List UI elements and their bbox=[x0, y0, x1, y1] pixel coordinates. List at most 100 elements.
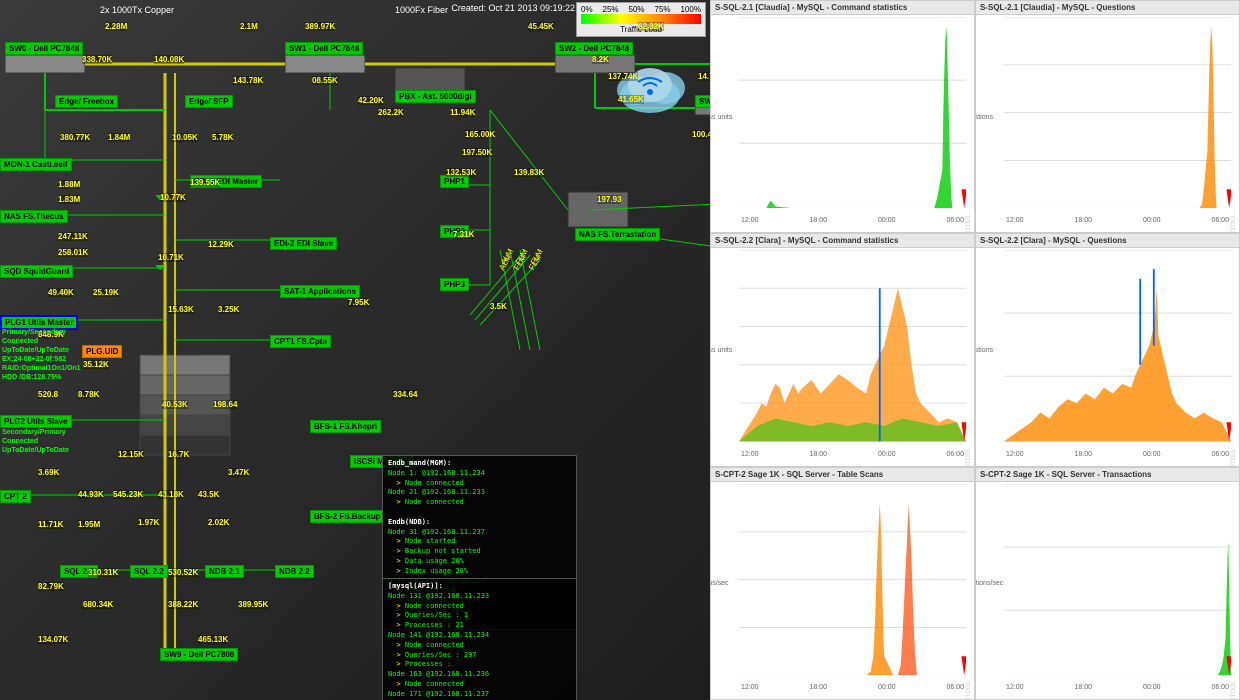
graph5-watermark: RRDTOOL bbox=[966, 681, 972, 700]
traffic-10.05K: 10.05K bbox=[172, 133, 198, 142]
traffic-132.53K: 132.53K bbox=[446, 168, 476, 177]
graph-sql22-questions: S-SQL-2.2 [Clara] - MySQL - Questions qu… bbox=[975, 233, 1240, 466]
traffic-165.00K: 165.00K bbox=[465, 130, 495, 139]
graph3-title: S-SQL-2.2 [Clara] - MySQL - Command stat… bbox=[711, 234, 974, 248]
created-timestamp: Created: Oct 21 2013 09:19:22 bbox=[451, 3, 575, 13]
graph4-watermark: RRDTOOL bbox=[1231, 448, 1237, 467]
php3-label: PHP3 bbox=[440, 278, 469, 291]
graph-sql21-commands: S-SQL-2.1 [Claudia] - MySQL - Command st… bbox=[710, 0, 975, 233]
traffic-3.69K: 3.69K bbox=[38, 468, 59, 477]
traffic-545.23K: 545.23K bbox=[113, 490, 143, 499]
ndb11-label: NDB 2.1 bbox=[205, 565, 244, 578]
traffic-247.11K: 247.11K bbox=[58, 232, 88, 241]
traffic-1.84M: 1.84M bbox=[108, 133, 130, 142]
mysql-api-info: [mysql(API)]: Node 131 @192.168.11.233 >… bbox=[382, 578, 577, 700]
graph2-title: S-SQL-2.1 [Claudia] - MySQL - Questions bbox=[976, 1, 1239, 15]
traffic-137.74K: 137.74K bbox=[608, 72, 638, 81]
traffic-1.97K: 1.97K bbox=[138, 518, 159, 527]
sql22-label: SQL 2.2 bbox=[130, 565, 168, 578]
title-center: 1000Fx Fiber bbox=[395, 5, 448, 15]
graph-cpt2-tablescans: S-CPT-2 Sage 1K - SQL Server - Table Sca… bbox=[710, 467, 975, 700]
graph6-xlabels: 12:0018:0000:0006:00 bbox=[1006, 684, 1229, 691]
plg2-status: Secondary/PrimaryConnectedUpToDate/UpToD… bbox=[2, 428, 69, 455]
traffic-2.02K-2: 2.02K bbox=[208, 518, 229, 527]
traffic-338.70K: 338.70K bbox=[82, 55, 112, 64]
cloud-icon bbox=[610, 60, 690, 125]
graph-cpt2-transactions: S-CPT-2 Sage 1K - SQL Server - Transacti… bbox=[975, 467, 1240, 700]
graph-sql21-questions: S-SQL-2.1 [Claudia] - MySQL - Questions … bbox=[975, 0, 1240, 233]
traffic-08.55K: 08.55K bbox=[312, 76, 338, 85]
sw0-label: SW0 - Dell PC7848 bbox=[5, 42, 83, 55]
traffic-41.65K: 41.65K bbox=[618, 95, 644, 104]
traffic-43.18K: 43.18K bbox=[158, 490, 184, 499]
traffic-388.22K: 388.22K bbox=[168, 600, 198, 609]
edge-freebox-label: Edge/ Freebox bbox=[55, 95, 118, 108]
traffic-389.95K: 389.95K bbox=[238, 600, 268, 609]
nas-thecus-label: NAS FS.Thecus bbox=[0, 210, 68, 223]
graph-sql22-commands: S-SQL-2.2 [Clara] - MySQL - Command stat… bbox=[710, 233, 975, 466]
traffic-197.50K: 197.50K bbox=[462, 148, 492, 157]
traffic-40.53K: 40.53K bbox=[162, 400, 188, 409]
traffic-14.77K: 14.77K bbox=[698, 72, 710, 81]
traffic-1.88M: 1.88M bbox=[58, 180, 80, 189]
traffic-11.94K: 11.94K bbox=[450, 108, 475, 117]
network-map: ALM FLM FLM 2x 1000Tx Copper 1000Fx Fibe… bbox=[0, 0, 710, 700]
traffic-8.2K: 8.2K bbox=[592, 55, 609, 64]
sw1-label: SW1 - Dell PC7848 bbox=[285, 42, 363, 55]
traffic-530.52K: 530.52K bbox=[168, 568, 198, 577]
traffic-3.25K: 3.25K bbox=[218, 305, 239, 314]
traffic-197.93: 197.93 bbox=[597, 195, 621, 204]
nas-terra-label: NAS FS.Terrastation bbox=[575, 228, 660, 241]
sat1-label: SAT-1 Applications bbox=[280, 285, 360, 298]
graph4-title: S-SQL-2.2 [Clara] - MySQL - Questions bbox=[976, 234, 1239, 248]
graph2-watermark: RRDTOOL bbox=[1231, 214, 1237, 233]
graphs-panel: S-SQL-2.1 [Claudia] - MySQL - Command st… bbox=[710, 0, 1240, 700]
traffic-7.31K: 7.31K bbox=[453, 230, 474, 239]
traffic-334.64: 334.64 bbox=[393, 390, 417, 399]
traffic-7.95K: 7.95K bbox=[348, 298, 369, 307]
graph3-ylabel: access units bbox=[710, 347, 732, 354]
ndb12-label: NDB 2.2 bbox=[275, 565, 314, 578]
edge-sfp-label: Edge/ SFP bbox=[185, 95, 233, 108]
traffic-380.77K: 380.77K bbox=[60, 133, 90, 142]
sqd-label: SQD SquidGuard bbox=[0, 265, 73, 278]
mon-casti-label: MON-1 Casti.self bbox=[0, 158, 72, 171]
graph6-watermark: RRDTOOL bbox=[1231, 681, 1237, 700]
traffic-8.78K: 8.78K bbox=[78, 390, 99, 399]
traffic-139.83K: 139.83K bbox=[514, 168, 544, 177]
traffic-1.95M: 1.95M bbox=[78, 520, 100, 529]
traffic-3.47K: 3.47K bbox=[228, 468, 249, 477]
traffic-1.83M: 1.83M bbox=[58, 195, 80, 204]
traffic-15.63K: 15.63K bbox=[168, 305, 194, 314]
cpt2-label: CPT 2 bbox=[0, 490, 31, 503]
traffic-16.7K: 16.7K bbox=[168, 450, 189, 459]
plg1-status: Primary/SecondaryConnectedUpToDate/UpToD… bbox=[2, 328, 81, 383]
graph2-ylabel: questions bbox=[975, 114, 993, 121]
traffic-42.20K: 42.20K bbox=[358, 96, 384, 105]
pbx-label: PBX - Ast. 5000digi bbox=[395, 90, 476, 103]
traffic-44.93K: 44.93K bbox=[78, 490, 104, 499]
traffic-143.78K: 143.78K bbox=[233, 76, 263, 85]
sw3-label: SW3 - DGS1216 bbox=[695, 95, 710, 108]
traffic-198.64: 198.64 bbox=[213, 400, 237, 409]
traffic-12.29K: 12.29K bbox=[208, 240, 234, 249]
cpt1-label: CPT1 FS.Cpta bbox=[270, 335, 331, 348]
traffic-45.45K: 45.45K bbox=[528, 22, 554, 31]
graph1-title: S-SQL-2.1 [Claudia] - MySQL - Command st… bbox=[711, 1, 974, 15]
traffic-3.5K: 3.5K bbox=[490, 302, 507, 311]
edi2-label: EDI-2 EDI Slave bbox=[270, 237, 337, 250]
graph5-ylabel: scans/sec bbox=[710, 580, 729, 587]
graph1-watermark: RRDTOOL bbox=[966, 214, 972, 233]
traffic-49.40K: 49.40K bbox=[48, 288, 74, 297]
traffic-43.5K: 43.5K bbox=[198, 490, 219, 499]
traffic-12.15K: 12.15K bbox=[118, 450, 144, 459]
traffic-5.78K: 5.78K bbox=[212, 133, 233, 142]
traffic-10.71K: 10.71K bbox=[158, 253, 184, 262]
traffic-35.12K: 35.12K bbox=[83, 360, 109, 369]
bfs1-label: BFS-1 FS.Khepri bbox=[310, 420, 381, 433]
graph5-xlabels: 12:0018:0000:0006:00 bbox=[741, 684, 964, 691]
graph1-xlabels: 12:0018:0000:0006:00 bbox=[741, 217, 964, 224]
traffic-310.31K: 310.31K bbox=[88, 568, 118, 577]
traffic-680.34K: 680.34K bbox=[83, 600, 113, 609]
plg-uid-label: PLG.UID bbox=[82, 345, 122, 358]
